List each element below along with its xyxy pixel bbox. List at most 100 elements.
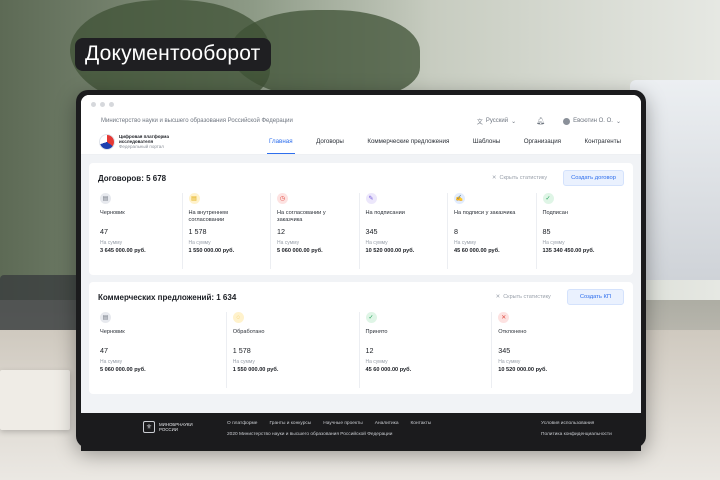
headline: Документооборот xyxy=(75,38,271,71)
contracts-panel: Договоров: 5 678 ✕ Скрыть статистику Соз… xyxy=(89,163,633,275)
reject-icon: ✕ xyxy=(498,312,510,323)
hide-stats-label: Скрыть статистику xyxy=(499,175,548,181)
card-label: На подписании xyxy=(365,210,405,216)
nav-item-proposals[interactable]: Коммерческие предложения xyxy=(367,129,449,154)
panel-header: Договоров: 5 678 ✕ Скрыть статистику Соз… xyxy=(98,170,624,186)
stat-card-signed[interactable]: ✓ Подписан 85 На сумму 135 340 450.00 ру… xyxy=(535,193,625,269)
stat-card-customer-approval[interactable]: ◷ На согласовании у заказчика 12 На сумм… xyxy=(270,193,359,269)
card-count: 85 xyxy=(542,227,551,236)
footer-links: О платформе Гранты и конкурсы Научные пр… xyxy=(227,421,541,426)
card-label: Черновик xyxy=(100,329,125,335)
panel-header: Коммерческих предложений: 1 634 ✕ Скрыть… xyxy=(98,289,624,305)
card-sum-label: На сумму xyxy=(232,359,255,365)
card-sum-label: На сумму xyxy=(365,359,388,365)
user-menu[interactable]: Евсютин О. О. ⌄ xyxy=(563,117,621,125)
card-sum: 10 520 000.00 руб. xyxy=(365,248,415,254)
hide-stats-button[interactable]: ✕ Скрыть статистику xyxy=(492,175,547,181)
hide-stats-label: Скрыть статистику xyxy=(503,294,551,300)
signature-icon: ✎ xyxy=(365,193,377,204)
proposals-title: Коммерческих предложений: 1 634 xyxy=(98,292,237,302)
contract-cards: ▤ Черновик 47 На сумму 3 645 000.00 руб.… xyxy=(98,193,624,269)
language-label: Русский xyxy=(485,118,509,124)
nav-item-contracts[interactable]: Договоры xyxy=(316,129,344,154)
card-count: 12 xyxy=(277,227,285,236)
stat-card-draft[interactable]: ▤ Черновик 47 На сумму 3 645 000.00 руб. xyxy=(98,193,182,269)
footer-link-about[interactable]: О платформе xyxy=(227,421,257,426)
card-count: 345 xyxy=(365,227,378,236)
stat-card-accepted[interactable]: ✓ Принято 12 На сумму 45 60 000.00 руб. xyxy=(358,312,492,388)
ministry-logo-text: МИНОБРНАУКИ РОССИИ xyxy=(159,422,193,432)
card-sum: 10 520 000.00 руб. xyxy=(498,367,548,373)
close-icon: ✕ xyxy=(491,175,497,181)
nav-item-organization[interactable]: Организация xyxy=(524,129,561,154)
terms-link[interactable]: Условия использования xyxy=(541,421,641,426)
footer-link-contacts[interactable]: Контакты xyxy=(411,421,432,426)
copyright: 2020 Министерство науки и высшего образо… xyxy=(227,432,393,437)
platform-logo[interactable]: Цифровая платформа исследователя Федерал… xyxy=(99,133,269,150)
footer-links-area: О платформе Гранты и конкурсы Научные пр… xyxy=(227,421,541,437)
stat-card-draft[interactable]: ▤ Черновик 47 На сумму 5 060 000.00 руб. xyxy=(98,312,226,388)
create-proposal-button[interactable]: Создать КП xyxy=(566,289,624,305)
card-count: 1 578 xyxy=(188,227,207,236)
privacy-link[interactable]: Политика конфиденциальности xyxy=(541,432,641,437)
document-check-icon: ✓ xyxy=(542,193,554,204)
window-dot[interactable] xyxy=(91,101,96,107)
card-count: 1 578 xyxy=(232,346,251,355)
card-label: Отклонено xyxy=(498,329,527,335)
nav-items: Главная Договоры Коммерческие предложени… xyxy=(267,129,623,154)
site-footer: ⚜ МИНОБРНАУКИ РОССИИ О платформе Гранты … xyxy=(81,413,641,451)
proposal-cards: ▤ Черновик 47 На сумму 5 060 000.00 руб.… xyxy=(98,312,624,388)
check-icon: ✓ xyxy=(365,312,377,323)
ministry-link[interactable]: Министерство науки и высшего образования… xyxy=(101,118,477,124)
stat-card-internal-approval[interactable]: ▤ На внутреннем согласовании 1 578 На су… xyxy=(181,193,271,269)
logo-mark-icon xyxy=(99,133,115,150)
card-sum-label: На сумму xyxy=(188,240,211,246)
stat-card-rejected[interactable]: ✕ Отклонено 345 На сумму 10 520 000.00 р… xyxy=(491,312,624,388)
footer-link-projects[interactable]: Научные проекты xyxy=(323,421,362,426)
card-sum: 1 550 000.00 руб. xyxy=(232,367,279,373)
translate-icon: 文 xyxy=(476,119,483,126)
window-dot[interactable] xyxy=(109,101,114,107)
card-label: На согласовании у заказчика xyxy=(277,210,326,223)
stat-card-processed[interactable]: ◌ Обработано 1 578 На сумму 1 550 000.00… xyxy=(225,312,359,388)
card-sum-label: На сумму xyxy=(100,359,123,365)
chevron-down-icon: ⌄ xyxy=(511,118,517,125)
document-icon: ▤ xyxy=(100,312,111,323)
card-label: Черновик xyxy=(100,210,125,216)
card-label: На подписи у заказчика xyxy=(454,210,516,216)
language-selector[interactable]: 文 Русский ⌄ xyxy=(477,117,516,126)
nav-item-home[interactable]: Главная xyxy=(267,129,295,154)
card-count: 47 xyxy=(100,346,108,355)
bell-icon[interactable]: 🔔︎ xyxy=(536,117,545,125)
card-sum-label: На сумму xyxy=(100,240,123,246)
proposals-panel: Коммерческих предложений: 1 634 ✕ Скрыть… xyxy=(89,282,633,394)
document-pending-icon: ▤ xyxy=(188,193,200,204)
ministry-logo-line: РОССИИ xyxy=(159,427,178,432)
footer-link-grants[interactable]: Гранты и конкурсы xyxy=(269,421,311,426)
nav-item-templates[interactable]: Шаблоны xyxy=(473,129,500,154)
card-sum-label: На сумму xyxy=(498,359,521,365)
ministry-logo[interactable]: ⚜ МИНОБРНАУКИ РОССИИ xyxy=(143,421,227,433)
chevron-down-icon: ⌄ xyxy=(615,118,621,125)
card-sum-label: На сумму xyxy=(277,240,300,246)
hide-stats-button[interactable]: ✕ Скрыть статистику xyxy=(496,294,551,300)
card-label: Обработано xyxy=(232,329,265,335)
processing-icon: ◌ xyxy=(232,312,244,323)
app-screen: Министерство науки и высшего образования… xyxy=(81,95,641,443)
nav-item-counterparties[interactable]: Контрагенты xyxy=(585,129,621,154)
card-label: Принято xyxy=(365,329,388,335)
document-sign-icon: ✍ xyxy=(454,193,465,204)
crest-icon: ⚜ xyxy=(143,421,155,433)
main-content: Договоров: 5 678 ✕ Скрыть статистику Соз… xyxy=(81,155,641,443)
create-contract-button[interactable]: Создать договор xyxy=(563,170,624,186)
card-sum: 5 060 000.00 руб. xyxy=(100,367,146,373)
window-bar xyxy=(81,95,641,113)
stat-card-signing[interactable]: ✎ На подписании 345 На сумму 10 520 000.… xyxy=(358,193,448,269)
card-sum: 135 340 450.00 руб. xyxy=(542,248,595,254)
clock-icon: ◷ xyxy=(277,193,288,204)
background-book xyxy=(0,370,70,430)
window-dot[interactable] xyxy=(100,101,105,107)
footer-link-analytics[interactable]: Аналитика xyxy=(375,421,399,426)
stat-card-customer-signature[interactable]: ✍ На подписи у заказчика 8 На сумму 45 6… xyxy=(447,193,536,269)
card-sum: 3 645 000.00 руб. xyxy=(100,248,146,254)
